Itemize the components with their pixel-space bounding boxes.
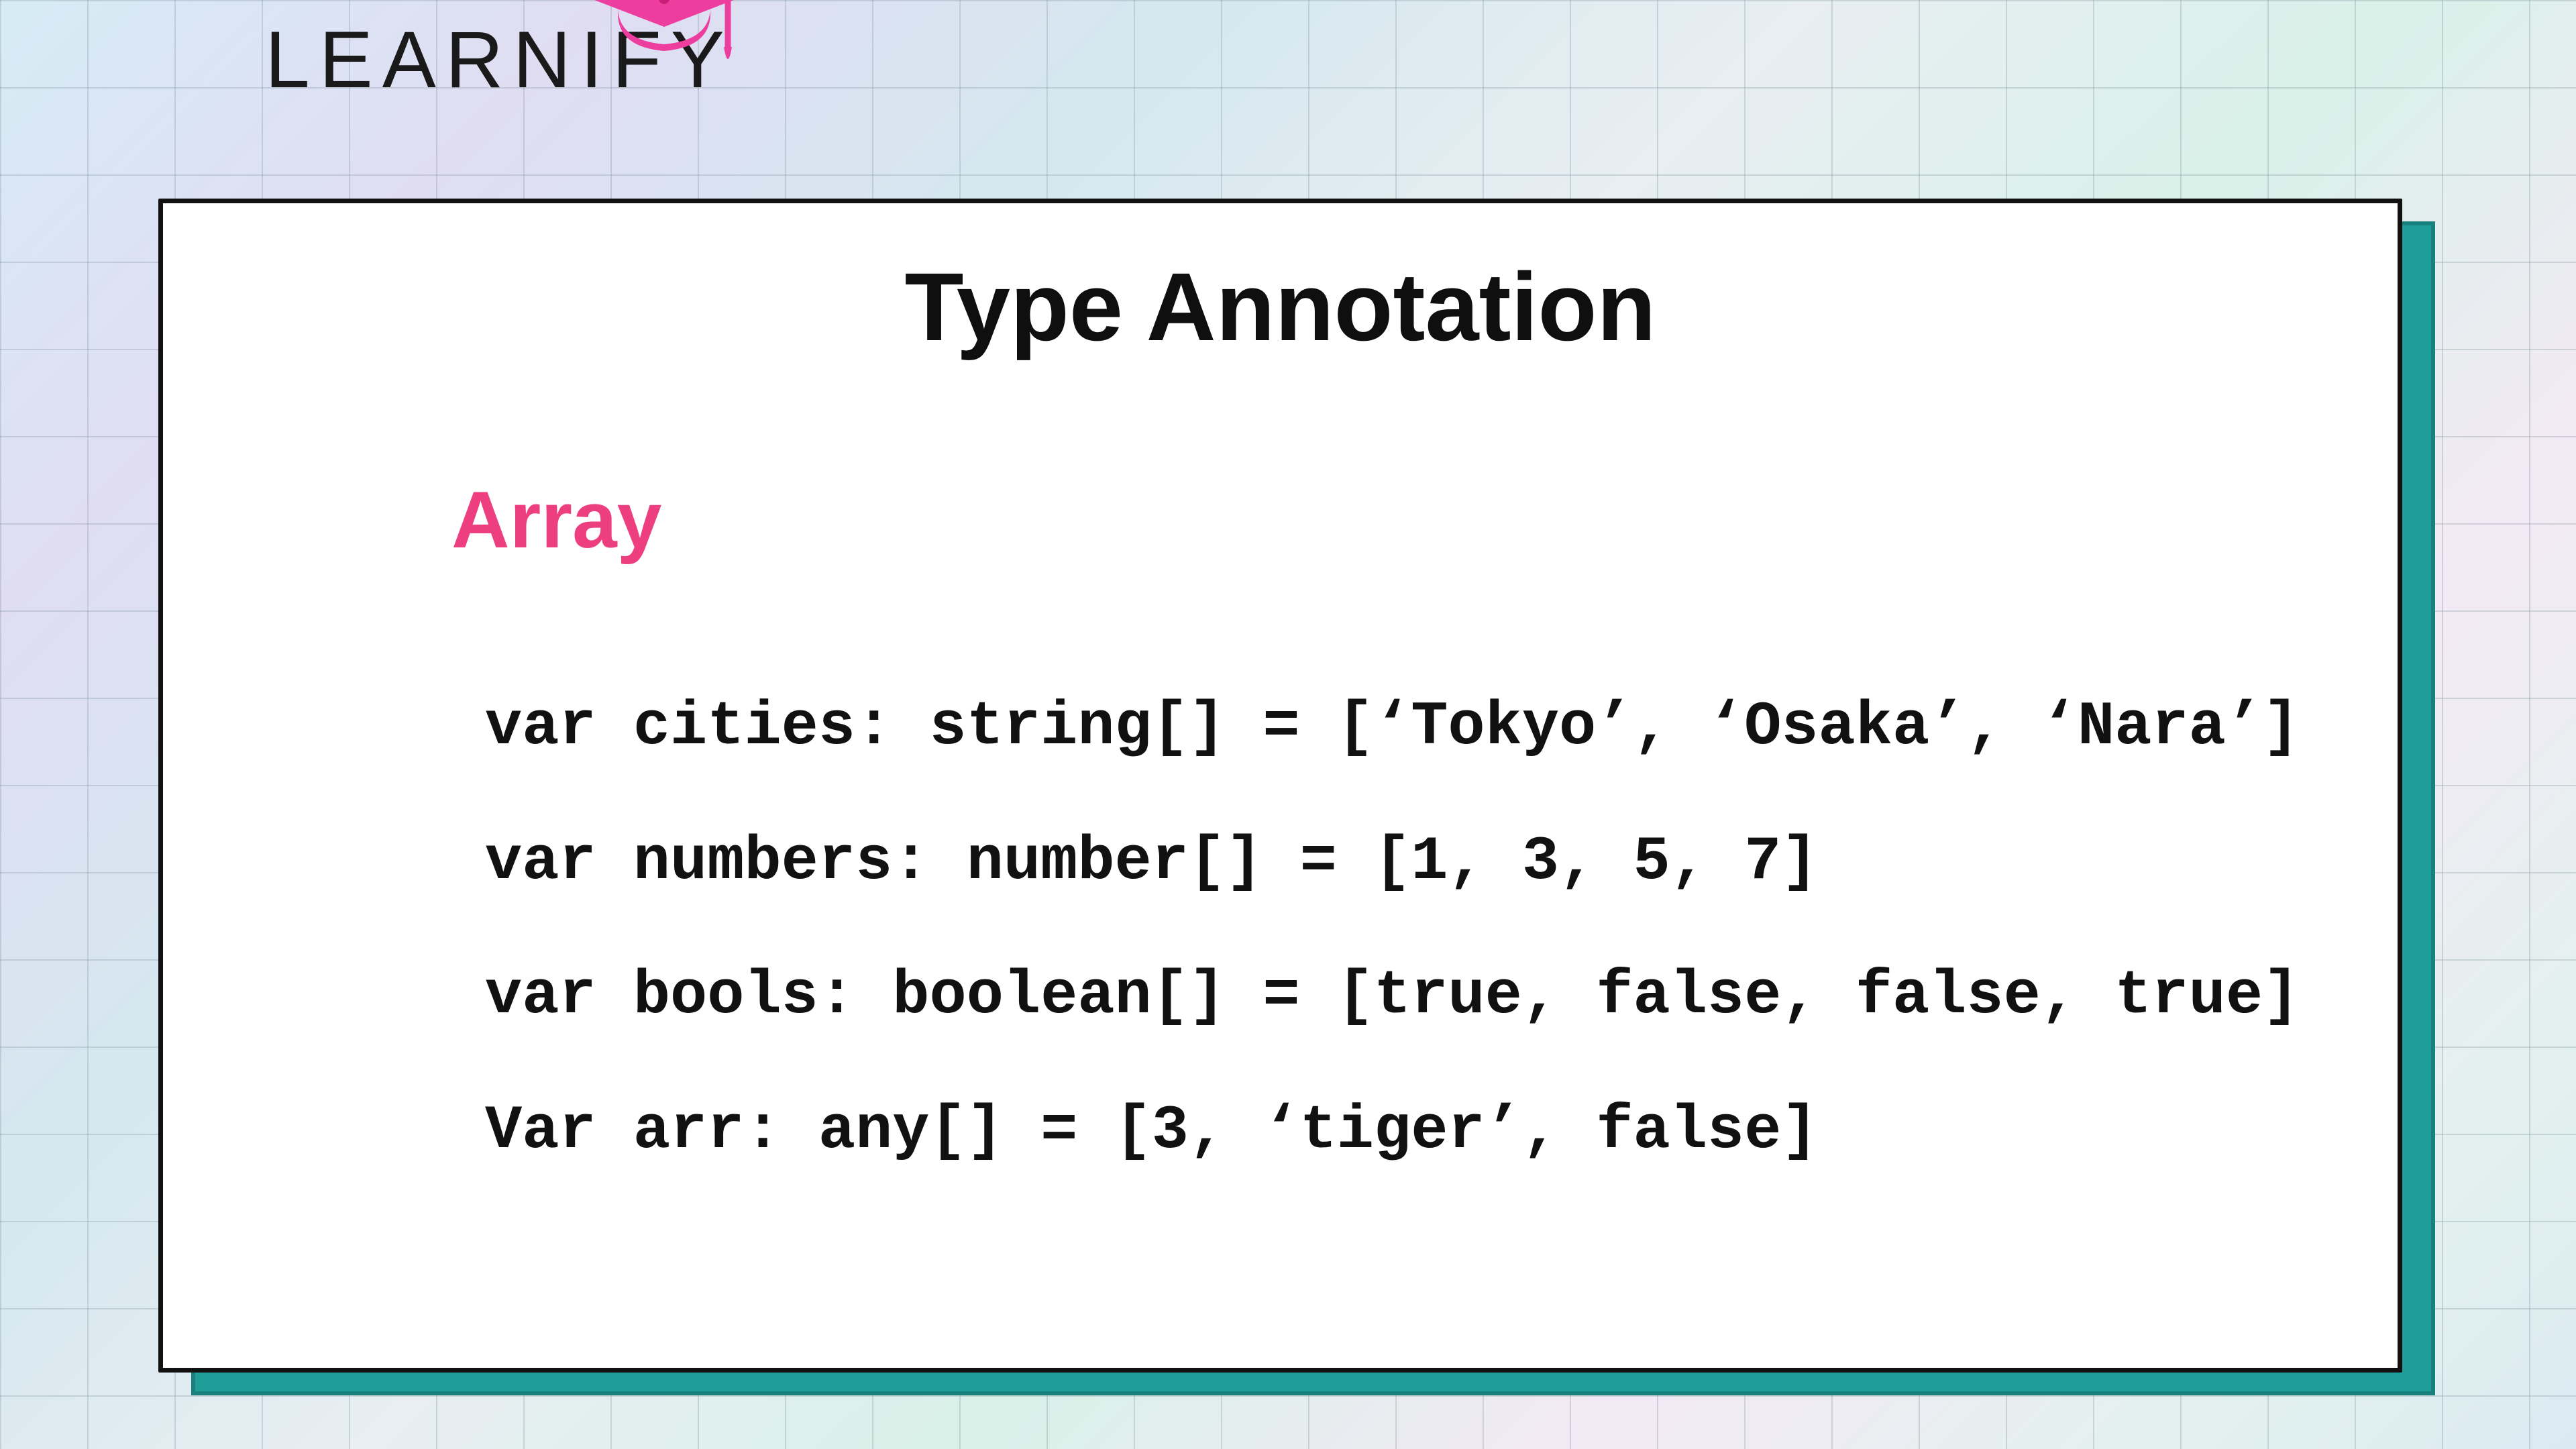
slide-title: Type Annotation [237, 252, 2324, 363]
code-block: var cities: string[] = [‘Tokyo’, ‘Osaka’… [485, 660, 2324, 1198]
code-line: var cities: string[] = [‘Tokyo’, ‘Osaka’… [485, 692, 2300, 762]
slide-subheading: Array [451, 474, 2324, 566]
code-line: Var arr: any[] = [3, ‘tiger’, false] [485, 1095, 1819, 1166]
graduation-cap-icon [587, 0, 741, 76]
code-line: var bools: boolean[] = [true, false, fal… [485, 961, 2300, 1031]
code-line: var numbers: number[] = [1, 3, 5, 7] [485, 826, 1819, 897]
slide-card: Type Annotation Array var cities: string… [158, 199, 2402, 1373]
brand-logo: LEARNIFY [265, 13, 734, 106]
